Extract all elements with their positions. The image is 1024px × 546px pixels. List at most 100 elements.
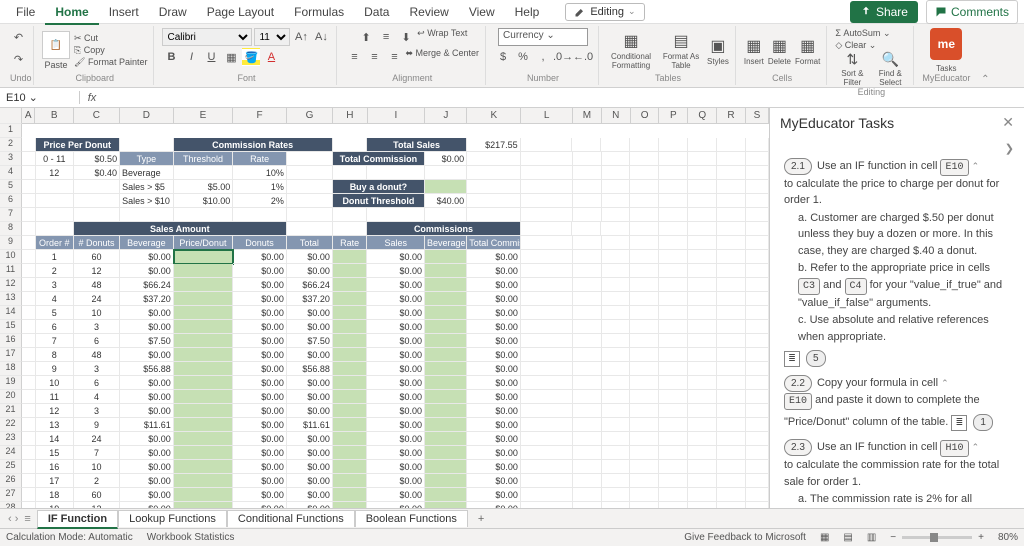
border-button[interactable]: ▦ xyxy=(222,48,240,66)
cell[interactable] xyxy=(120,208,174,222)
cell[interactable] xyxy=(22,278,36,292)
cell[interactable] xyxy=(521,278,573,292)
format-as-table-button[interactable]: ▤Format As Table xyxy=(659,31,703,70)
cell[interactable] xyxy=(630,194,659,208)
cell[interactable]: $0.00 xyxy=(120,390,174,404)
cell[interactable]: $0.00 xyxy=(367,446,425,460)
cell[interactable] xyxy=(521,208,573,222)
cell[interactable] xyxy=(659,306,688,320)
cell[interactable]: $0.00 xyxy=(233,432,287,446)
col-header[interactable]: G xyxy=(287,108,333,124)
cell[interactable] xyxy=(174,208,233,222)
cell[interactable] xyxy=(425,460,467,474)
col-header[interactable]: Q xyxy=(688,108,717,124)
cell[interactable] xyxy=(746,152,769,166)
cell[interactable] xyxy=(630,208,659,222)
cell[interactable] xyxy=(573,446,602,460)
decrease-font-button[interactable]: A↓ xyxy=(312,28,330,46)
cell[interactable] xyxy=(333,502,368,508)
cell[interactable]: Total Commission xyxy=(467,236,521,250)
cell[interactable] xyxy=(22,292,36,306)
cell[interactable] xyxy=(573,362,602,376)
col-header[interactable]: K xyxy=(467,108,521,124)
col-header[interactable]: I xyxy=(368,108,426,124)
cell[interactable]: $0.00 xyxy=(233,502,287,508)
row-header[interactable]: 1 xyxy=(0,124,22,138)
cell[interactable] xyxy=(287,194,333,208)
zoom-slider[interactable]: − + xyxy=(890,532,984,543)
cell[interactable] xyxy=(602,348,631,362)
merge-center-button[interactable]: ⬌ Merge & Center xyxy=(405,48,479,66)
align-left-button[interactable]: ≡ xyxy=(345,48,363,66)
cell[interactable] xyxy=(630,320,659,334)
cell[interactable]: $0.00 xyxy=(367,488,425,502)
cell[interactable]: $0.00 xyxy=(120,306,174,320)
collapse-icon[interactable]: ⌃ xyxy=(941,378,949,388)
cell[interactable] xyxy=(573,180,602,194)
format-painter-button[interactable]: 🖌 Format Painter xyxy=(74,57,147,68)
cell[interactable] xyxy=(688,264,717,278)
cell[interactable] xyxy=(174,460,233,474)
cell[interactable]: $0.00 xyxy=(233,250,287,264)
cell[interactable] xyxy=(573,278,602,292)
cell[interactable] xyxy=(521,474,573,488)
find-select-button[interactable]: 🔍Find & Select xyxy=(873,51,907,87)
share-button[interactable]: Share xyxy=(850,1,918,23)
cell[interactable] xyxy=(22,460,36,474)
cell[interactable] xyxy=(573,166,602,180)
row-header[interactable]: 25 xyxy=(0,460,22,474)
cell[interactable] xyxy=(688,306,717,320)
cell[interactable] xyxy=(602,390,631,404)
cell[interactable] xyxy=(717,292,746,306)
cell[interactable]: 2 xyxy=(36,264,74,278)
cell[interactable] xyxy=(717,446,746,460)
row-header[interactable]: 12 xyxy=(0,278,22,292)
cell[interactable] xyxy=(467,180,521,194)
undo-button[interactable]: ↶ xyxy=(10,28,28,46)
cell[interactable] xyxy=(425,292,467,306)
cell[interactable] xyxy=(630,180,659,194)
cell[interactable] xyxy=(521,222,573,236)
cell[interactable] xyxy=(333,390,368,404)
cell[interactable] xyxy=(425,474,467,488)
col-header[interactable]: O xyxy=(631,108,660,124)
cell[interactable] xyxy=(22,390,36,404)
col-header[interactable]: B xyxy=(35,108,73,124)
cell[interactable] xyxy=(573,474,602,488)
cell[interactable] xyxy=(521,376,573,390)
cell[interactable] xyxy=(630,446,659,460)
cell[interactable] xyxy=(659,236,688,250)
cell[interactable] xyxy=(630,404,659,418)
cell[interactable] xyxy=(521,292,573,306)
cell[interactable]: Total xyxy=(287,236,333,250)
cell[interactable]: $0.00 xyxy=(367,390,425,404)
cell[interactable]: 3 xyxy=(36,278,74,292)
cell[interactable]: 1% xyxy=(233,180,287,194)
cell[interactable] xyxy=(521,362,573,376)
cell[interactable] xyxy=(602,474,631,488)
cell[interactable] xyxy=(22,418,36,432)
cell[interactable] xyxy=(717,376,746,390)
cell[interactable] xyxy=(573,488,602,502)
increase-decimal-button[interactable]: .0→ xyxy=(554,48,572,66)
cell[interactable]: $0.00 xyxy=(233,376,287,390)
cell[interactable] xyxy=(333,278,368,292)
col-header[interactable]: F xyxy=(233,108,287,124)
cell[interactable]: Donuts xyxy=(233,236,287,250)
cell[interactable] xyxy=(602,404,631,418)
cell[interactable]: $0.00 xyxy=(367,250,425,264)
cell[interactable] xyxy=(425,306,467,320)
cell[interactable] xyxy=(425,180,467,194)
cell[interactable] xyxy=(746,362,769,376)
cell[interactable]: Commissions xyxy=(367,222,520,236)
cell[interactable]: 10 xyxy=(36,376,74,390)
cell[interactable] xyxy=(521,502,573,508)
cell[interactable]: 6 xyxy=(74,376,120,390)
cell[interactable] xyxy=(22,502,36,508)
cell[interactable] xyxy=(425,432,467,446)
row-header[interactable]: 4 xyxy=(0,166,22,180)
sheet-tab-conditional-functions[interactable]: Conditional Functions xyxy=(227,510,355,527)
cell[interactable]: $0.00 xyxy=(367,264,425,278)
cell[interactable]: $0.00 xyxy=(367,460,425,474)
cell[interactable] xyxy=(630,222,659,236)
